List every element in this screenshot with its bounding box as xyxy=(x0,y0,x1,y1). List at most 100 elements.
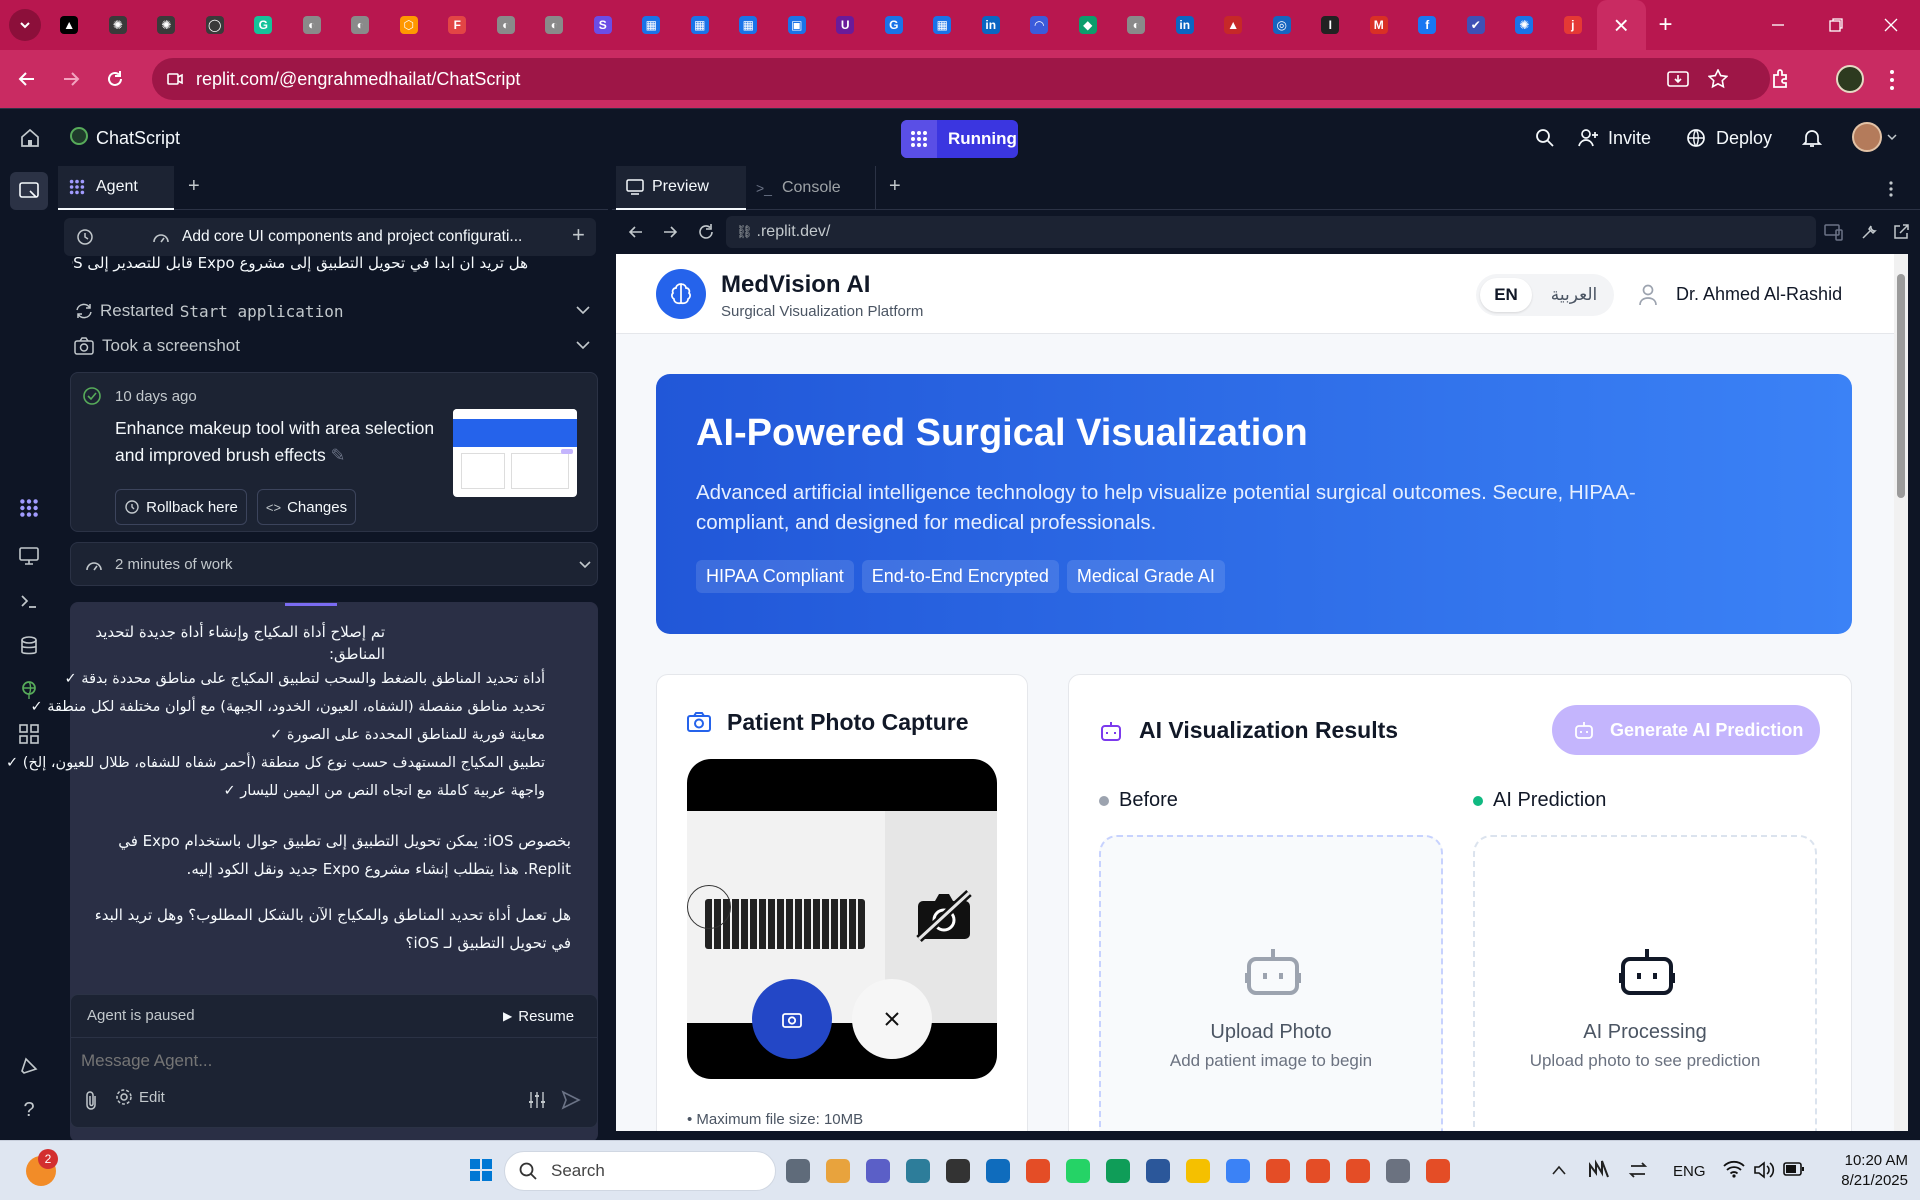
new-tab-button[interactable]: + xyxy=(1646,0,1686,50)
language-indicator[interactable]: ENG xyxy=(1673,1163,1706,1180)
taskbar-app-icon[interactable] xyxy=(1306,1159,1330,1183)
add-tab-button[interactable]: + xyxy=(889,175,901,198)
taskbar-app-icon[interactable] xyxy=(1146,1159,1170,1183)
minimize-button[interactable] xyxy=(1749,0,1807,50)
battery-icon[interactable] xyxy=(1783,1162,1805,1176)
close-tab-icon[interactable]: × xyxy=(1614,10,1629,41)
volume-icon[interactable] xyxy=(1753,1160,1775,1180)
browser-tab[interactable]: ✺ xyxy=(142,0,191,50)
scrollbar-thumb[interactable] xyxy=(1897,274,1905,498)
changes-button[interactable]: <> Changes xyxy=(257,489,356,525)
browser-tab[interactable]: ◠ xyxy=(1015,0,1064,50)
browser-tab[interactable]: in xyxy=(1161,0,1210,50)
taskbar-search[interactable]: Search xyxy=(504,1151,776,1191)
browser-tab[interactable]: ▲ xyxy=(45,0,94,50)
taskbar-app-icon[interactable] xyxy=(1106,1159,1130,1183)
browser-tab[interactable]: ▦ xyxy=(676,0,725,50)
task-title[interactable]: Add core UI components and project confi… xyxy=(182,228,522,246)
sync-icon[interactable] xyxy=(1628,1160,1648,1180)
lang-en-button[interactable]: EN xyxy=(1480,278,1532,312)
lang-ar-button[interactable]: العربية xyxy=(1542,278,1606,312)
paperclip-icon[interactable] xyxy=(83,1090,99,1110)
browser-tab[interactable]: in xyxy=(967,0,1016,50)
search-icon[interactable] xyxy=(1535,128,1555,148)
taskbar-app-icon[interactable] xyxy=(786,1159,810,1183)
history-icon[interactable] xyxy=(76,228,94,246)
monitor-icon[interactable] xyxy=(17,544,41,568)
copilot-icon[interactable] xyxy=(1588,1159,1610,1181)
deploy-button[interactable]: Deploy xyxy=(1686,118,1796,158)
browser-tab[interactable]: ⬡ xyxy=(385,0,434,50)
browser-tab[interactable]: G xyxy=(870,0,919,50)
database-icon[interactable] xyxy=(17,634,41,658)
reload-button[interactable] xyxy=(97,61,133,97)
work-duration-row[interactable]: 2 minutes of work xyxy=(70,542,598,586)
wifi-icon[interactable] xyxy=(1723,1160,1745,1178)
generate-prediction-button[interactable]: Generate AI Prediction xyxy=(1552,705,1820,755)
user-name[interactable]: Dr. Ahmed Al-Rashid xyxy=(1676,284,1842,305)
browser-tab[interactable]: ✺ xyxy=(94,0,143,50)
kebab-menu-icon[interactable] xyxy=(1888,69,1896,91)
message-input[interactable] xyxy=(81,1046,581,1076)
restore-button[interactable] xyxy=(1807,0,1865,50)
screenshot-row[interactable]: Took a screenshot xyxy=(74,333,594,359)
chevron-down-icon[interactable] xyxy=(1887,134,1897,142)
taskbar-app-icon[interactable] xyxy=(826,1159,850,1183)
profile-avatar[interactable] xyxy=(1836,65,1864,93)
forward-button[interactable] xyxy=(53,61,89,97)
open-external-icon[interactable] xyxy=(1892,223,1910,241)
alerts-icon[interactable] xyxy=(17,1054,41,1078)
taskbar-app-icon[interactable] xyxy=(1426,1159,1450,1183)
browser-tab[interactable]: M xyxy=(1355,0,1404,50)
shell-icon[interactable] xyxy=(17,589,41,613)
toggle-sidebar-button[interactable] xyxy=(10,172,48,210)
close-window-button[interactable] xyxy=(1862,0,1920,50)
help-icon[interactable]: ? xyxy=(17,1098,41,1122)
kebab-menu-icon[interactable] xyxy=(1888,180,1894,198)
browser-tab[interactable]: ✔ xyxy=(1452,0,1501,50)
taskbar-app-icon[interactable] xyxy=(1186,1159,1210,1183)
address-bar[interactable]: replit.com/@engrahmedhailat/ChatScript xyxy=(152,58,1770,100)
resume-button[interactable]: ▶ Resume xyxy=(503,1003,574,1029)
agent-rail-icon[interactable] xyxy=(17,496,41,520)
browser-tab[interactable]: ◐ xyxy=(1112,0,1161,50)
chevron-up-icon[interactable] xyxy=(1552,1165,1566,1175)
new-chat-button[interactable]: + xyxy=(572,222,585,248)
install-app-icon[interactable] xyxy=(1667,69,1689,89)
browser-tab[interactable]: ▦ xyxy=(918,0,967,50)
capture-photo-button[interactable] xyxy=(752,979,832,1059)
browser-tab[interactable]: F xyxy=(433,0,482,50)
browser-tab[interactable]: S xyxy=(579,0,628,50)
arrow-right-icon[interactable] xyxy=(662,224,678,240)
arrow-left-icon[interactable] xyxy=(628,224,644,240)
bell-icon[interactable] xyxy=(1802,128,1822,148)
restarted-row[interactable]: Restarted Start application xyxy=(74,298,594,324)
browser-tab[interactable]: ▦ xyxy=(627,0,676,50)
pencil-icon[interactable]: ✎ xyxy=(331,445,346,465)
project-name[interactable]: ChatScript xyxy=(96,128,180,149)
taskbar-app-icon[interactable] xyxy=(1386,1159,1410,1183)
bookmark-star-icon[interactable] xyxy=(1708,69,1728,89)
taskbar-app-icon[interactable] xyxy=(1066,1159,1090,1183)
run-status-button[interactable]: Running xyxy=(901,120,1018,158)
preview-scrollbar[interactable] xyxy=(1894,254,1908,1131)
browser-tab[interactable]: U xyxy=(821,0,870,50)
taskbar-app-icon[interactable] xyxy=(986,1159,1010,1183)
preview-url-bar[interactable]: ⛓ .replit.dev/ xyxy=(726,216,1816,248)
taskbar-app-icon[interactable] xyxy=(1026,1159,1050,1183)
close-camera-button[interactable] xyxy=(852,979,932,1059)
browser-tab[interactable]: G xyxy=(239,0,288,50)
add-tab-button[interactable]: + xyxy=(188,175,200,198)
clock-time[interactable]: 10:20 AM xyxy=(1808,1152,1908,1169)
tab-preview[interactable]: Preview xyxy=(616,166,746,210)
upload-photo-dropzone[interactable]: Upload Photo Add patient image to begin xyxy=(1099,835,1443,1131)
tab-console[interactable]: >_ Console xyxy=(746,166,876,210)
taskbar-app-icon[interactable] xyxy=(1346,1159,1370,1183)
edit-mode-button[interactable]: Edit xyxy=(115,1088,165,1106)
taskbar-app-icon[interactable] xyxy=(1226,1159,1250,1183)
reload-icon[interactable] xyxy=(697,223,715,241)
taskbar-app-icon[interactable] xyxy=(906,1159,930,1183)
browser-tab[interactable]: ◎ xyxy=(1258,0,1307,50)
browser-tab[interactable]: ◯ xyxy=(191,0,240,50)
send-icon[interactable] xyxy=(561,1090,581,1110)
